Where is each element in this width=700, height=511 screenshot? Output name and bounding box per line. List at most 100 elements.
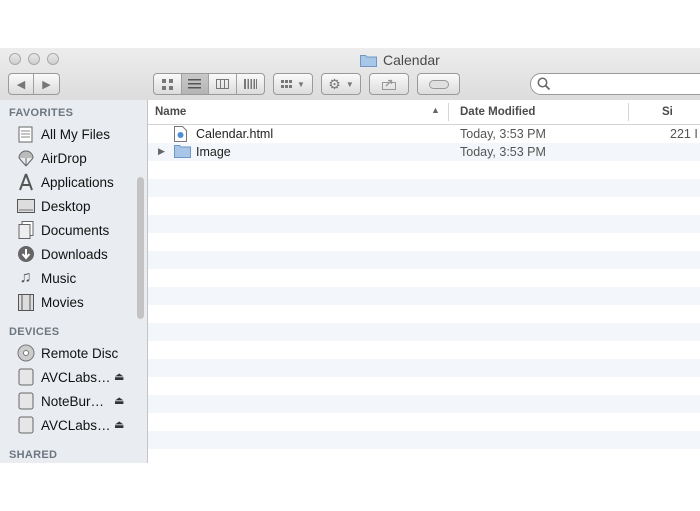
- sidebar-item-label: All My Files: [41, 126, 111, 142]
- folder-icon: [360, 54, 377, 67]
- tags-button[interactable]: [417, 73, 460, 95]
- empty-row: [148, 179, 700, 197]
- shared-header: SHARED: [9, 449, 58, 461]
- empty-row: [148, 413, 700, 431]
- coverflow-view-button[interactable]: [237, 74, 264, 94]
- column-header-row: Name ▲ Date Modified Si: [148, 100, 700, 125]
- sidebar-item-avclabs-2[interactable]: AVCLabs…: [16, 414, 111, 436]
- empty-row: [148, 233, 700, 251]
- share-button[interactable]: [369, 73, 409, 95]
- sidebar-item-all-my-files[interactable]: All My Files: [16, 123, 110, 145]
- file-row-image[interactable]: ▶ Image Today, 3:53 PM: [148, 143, 700, 161]
- chevron-down-icon: ▼: [345, 79, 354, 89]
- empty-row: [148, 395, 700, 413]
- empty-row: [148, 251, 700, 269]
- sidebar-item-desktop[interactable]: Desktop: [16, 195, 91, 217]
- search-input[interactable]: [530, 73, 700, 95]
- chevron-down-icon: ▼: [297, 79, 305, 89]
- back-arrow-icon: ◀: [16, 78, 26, 91]
- drive-icon: [16, 416, 35, 435]
- window-title-group: Calendar: [360, 52, 440, 68]
- back-forward-control: ◀ ▶: [8, 73, 60, 95]
- all-files-icon: [16, 125, 35, 144]
- file-name: Calendar.html: [196, 127, 274, 141]
- file-list: Name ▲ Date Modified Si Calendar.html To…: [148, 100, 700, 463]
- empty-row: [148, 449, 700, 463]
- eject-icon[interactable]: ⏏: [114, 370, 124, 383]
- sidebar-item-remote-disc[interactable]: Remote Disc: [16, 342, 118, 364]
- empty-row: [148, 359, 700, 377]
- zoom-button[interactable]: [47, 53, 59, 65]
- sidebar-item-label: AirDrop: [41, 150, 87, 166]
- column-header-name[interactable]: Name: [155, 106, 186, 118]
- arrange-button[interactable]: ▼: [273, 73, 313, 95]
- empty-row: [148, 305, 700, 323]
- column-view-button[interactable]: [209, 74, 237, 94]
- drive-icon: [16, 392, 35, 411]
- view-mode-control: [153, 73, 265, 95]
- sidebar-item-applications[interactable]: Applications: [16, 171, 114, 193]
- sidebar-item-label: Music: [41, 270, 77, 286]
- search-icon: [537, 77, 551, 91]
- sidebar-item-label: Documents: [41, 222, 110, 238]
- movies-icon: [16, 293, 35, 312]
- sidebar-item-noteburner[interactable]: NoteBur…: [16, 390, 104, 412]
- empty-row: [148, 341, 700, 359]
- eject-icon[interactable]: ⏏: [114, 418, 124, 431]
- disc-icon: [16, 344, 35, 363]
- empty-row: [148, 323, 700, 341]
- empty-row: [148, 377, 700, 395]
- favorites-header: FAVORITES: [9, 107, 74, 119]
- column-divider[interactable]: [448, 103, 449, 121]
- window-title: Calendar: [383, 52, 440, 68]
- forward-button[interactable]: ▶: [34, 74, 59, 94]
- sidebar-item-label: Remote Disc: [41, 345, 119, 361]
- empty-row: [148, 197, 700, 215]
- close-button[interactable]: [9, 53, 21, 65]
- tag-icon: [428, 79, 449, 89]
- sidebar-item-label: NoteBur…: [41, 393, 105, 409]
- drive-icon: [16, 368, 35, 387]
- empty-row: [148, 431, 700, 449]
- share-icon: [382, 79, 396, 90]
- finder-window: Calendar ◀ ▶ ▼ ⚙ ▼ FAVORITES All My File…: [0, 48, 700, 463]
- minimize-button[interactable]: [28, 53, 40, 65]
- gear-icon: ⚙: [328, 75, 341, 92]
- sidebar-item-music[interactable]: ♫ Music: [16, 267, 77, 289]
- sidebar-item-airdrop[interactable]: AirDrop: [16, 147, 87, 169]
- arrange-grid-icon: [281, 79, 293, 88]
- sidebar: FAVORITES All My Files AirDrop Applicati…: [0, 100, 148, 463]
- empty-row: [148, 161, 700, 179]
- folder-icon: [174, 144, 191, 161]
- column-header-size[interactable]: Si: [662, 106, 673, 118]
- column-divider[interactable]: [628, 103, 629, 121]
- sidebar-item-documents[interactable]: Documents: [16, 219, 109, 241]
- list-view-icon: [188, 79, 202, 89]
- coverflow-view-icon: [243, 79, 257, 89]
- sidebar-item-label: AVCLabs…: [41, 369, 111, 385]
- empty-row: [148, 269, 700, 287]
- sidebar-scrollbar[interactable]: [137, 177, 144, 319]
- list-view-button[interactable]: [181, 74, 209, 94]
- sidebar-item-label: Movies: [41, 294, 84, 310]
- column-header-date-modified[interactable]: Date Modified: [460, 106, 535, 118]
- file-row-calendar-html[interactable]: Calendar.html Today, 3:53 PM 221 I: [148, 125, 700, 143]
- sort-ascending-icon: ▲: [431, 105, 440, 115]
- icon-view-button[interactable]: [154, 74, 182, 94]
- sidebar-item-downloads[interactable]: Downloads: [16, 243, 108, 265]
- music-icon: ♫: [19, 269, 32, 286]
- empty-row: [148, 215, 700, 233]
- action-button[interactable]: ⚙ ▼: [321, 73, 361, 95]
- file-date: Today, 3:53 PM: [460, 127, 546, 141]
- sidebar-item-avclabs-1[interactable]: AVCLabs…: [16, 366, 111, 388]
- file-date: Today, 3:53 PM: [460, 145, 546, 159]
- file-rows: Calendar.html Today, 3:53 PM 221 I ▶ Ima…: [148, 125, 700, 463]
- devices-header: DEVICES: [9, 326, 60, 338]
- sidebar-item-movies[interactable]: Movies: [16, 291, 84, 313]
- back-button[interactable]: ◀: [9, 74, 35, 94]
- eject-icon[interactable]: ⏏: [114, 394, 124, 407]
- empty-row: [148, 287, 700, 305]
- sidebar-item-label: Downloads: [41, 246, 108, 262]
- disclosure-triangle-icon[interactable]: ▶: [158, 146, 165, 157]
- applications-icon: [16, 173, 35, 192]
